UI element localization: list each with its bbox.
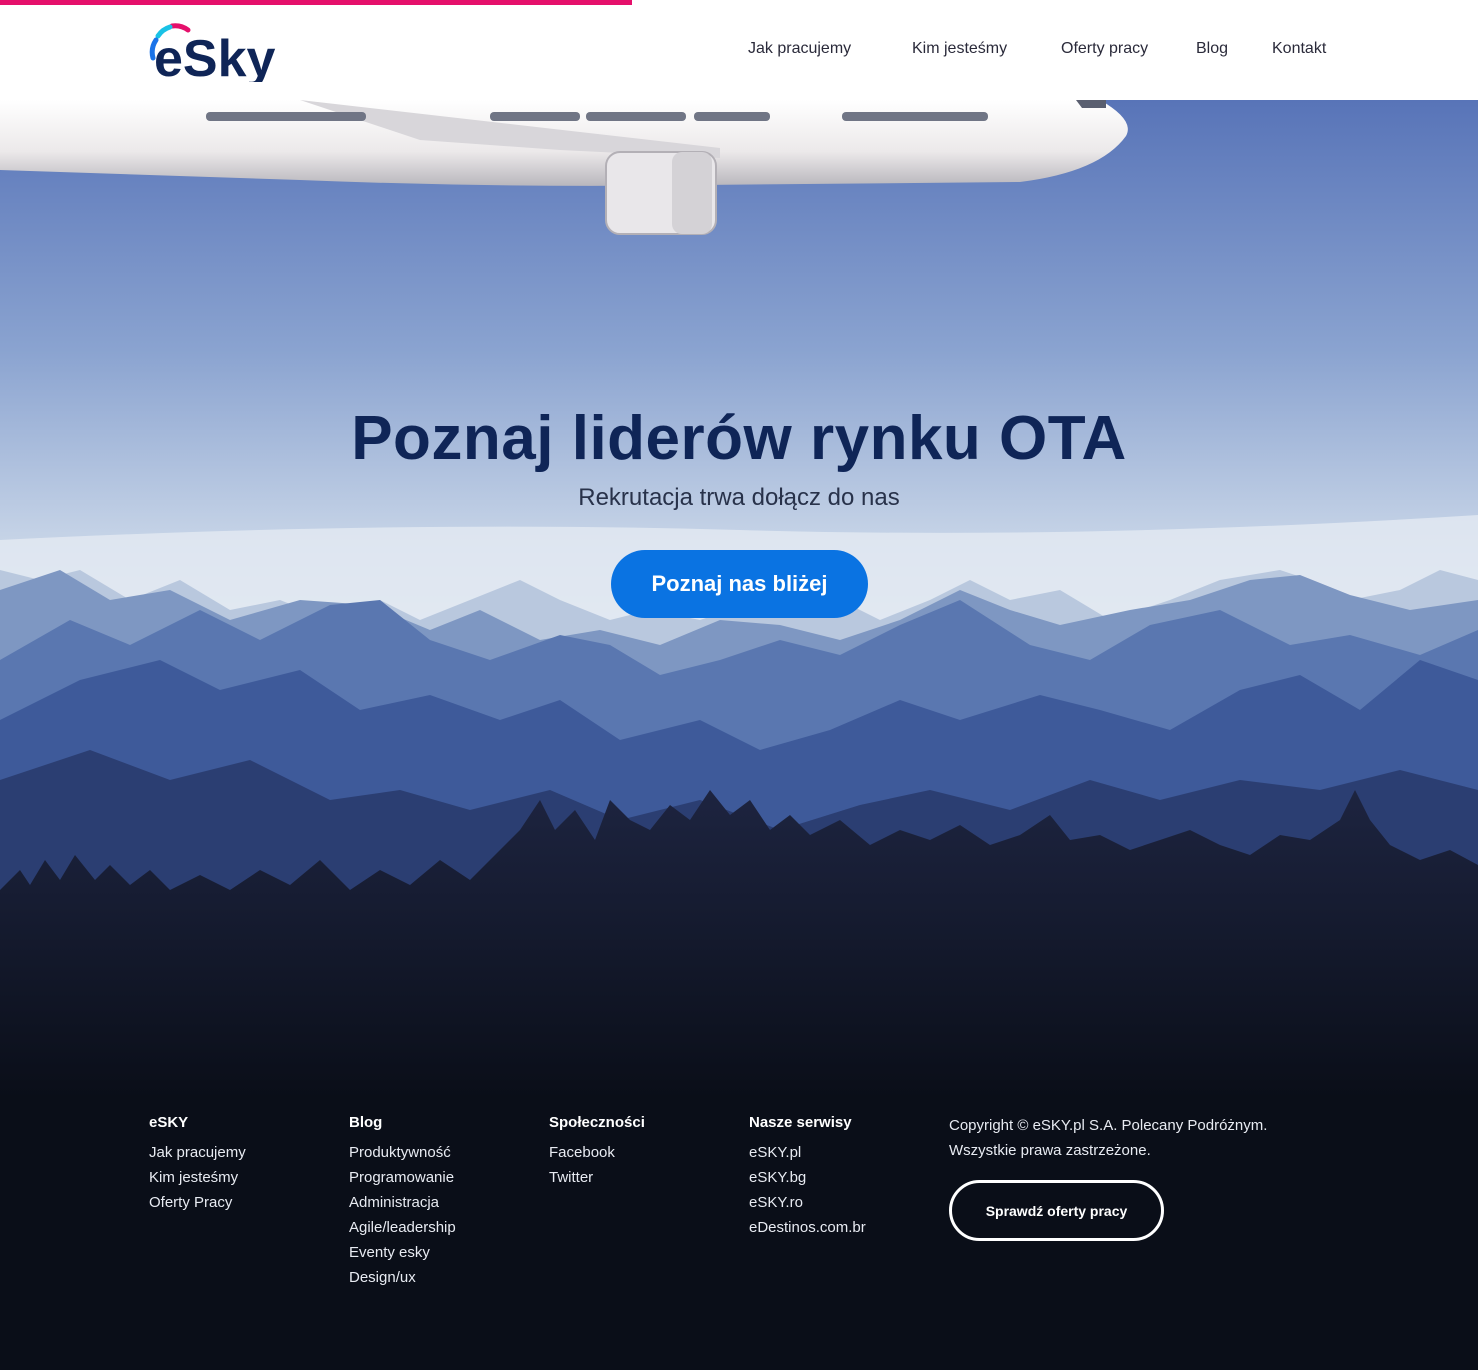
footer-link-produktywnosc[interactable]: Produktywność	[349, 1144, 456, 1169]
footer-link-esky-ro[interactable]: eSKY.ro	[749, 1194, 866, 1219]
poznaj-nas-button[interactable]: Poznaj nas bliżej	[611, 550, 868, 618]
footer-heading-esky: eSKY	[149, 1114, 189, 1131]
scroll-progress-bar	[0, 0, 632, 5]
footer-link-facebook[interactable]: Facebook	[549, 1144, 645, 1169]
nav-kim-jestesmy[interactable]: Kim jesteśmy	[912, 40, 1007, 58]
footer-copyright: Copyright © eSKY.pl S.A. Polecany Podróż…	[949, 1113, 1309, 1163]
hero-subtitle: Rekrutacja trwa dołącz do nas	[578, 484, 900, 511]
footer-link-agile-leadership[interactable]: Agile/leadership	[349, 1219, 456, 1244]
nav-oferty-pracy[interactable]: Oferty pracy	[1061, 40, 1148, 58]
footer-link-jak-pracujemy[interactable]: Jak pracujemy	[149, 1144, 246, 1169]
footer-link-esky-bg[interactable]: eSKY.bg	[749, 1169, 866, 1194]
footer-link-administracja[interactable]: Administracja	[349, 1194, 456, 1219]
footer-link-eventy-esky[interactable]: Eventy esky	[349, 1244, 456, 1269]
footer-link-twitter[interactable]: Twitter	[549, 1169, 645, 1194]
footer-column-nasze-serwisy: Nasze serwisy eSKY.pl eSKY.bg eSKY.ro eD…	[749, 1114, 866, 1244]
nav-jak-pracujemy[interactable]: Jak pracujemy	[748, 40, 851, 58]
copyright-line-1: Copyright © eSKY.pl S.A. Polecany Podróż…	[949, 1117, 1268, 1134]
footer-column-blog: Blog Produktywność Programowanie Adminis…	[349, 1114, 456, 1294]
footer-column-esky: eSKY Jak pracujemy Kim jesteśmy Oferty P…	[149, 1114, 246, 1219]
nav-kontakt[interactable]: Kontakt	[1272, 40, 1326, 58]
footer-column-spolecznosci: Społeczności Facebook Twitter	[549, 1114, 645, 1194]
svg-text:eSky: eSky	[154, 30, 276, 82]
sprawdz-oferty-button[interactable]: Sprawdź oferty pracy	[949, 1180, 1164, 1241]
footer-link-design-ux[interactable]: Design/ux	[349, 1269, 456, 1294]
footer-link-esky-pl[interactable]: eSKY.pl	[749, 1144, 866, 1169]
hero-title: Poznaj liderów rynku OTA	[351, 404, 1127, 473]
footer-heading-nasze-serwisy: Nasze serwisy	[749, 1114, 852, 1131]
footer-link-programowanie[interactable]: Programowanie	[349, 1169, 456, 1194]
copyright-line-2: Wszystkie prawa zastrzeżone.	[949, 1142, 1151, 1159]
footer-link-edestinos[interactable]: eDestinos.com.br	[749, 1219, 866, 1244]
footer-link-oferty-pracy[interactable]: Oferty Pracy	[149, 1194, 246, 1219]
esky-logo[interactable]: eSky	[148, 18, 288, 82]
footer-link-kim-jestesmy[interactable]: Kim jesteśmy	[149, 1169, 246, 1194]
hero-section: Poznaj liderów rynku OTA Rekrutacja trwa…	[0, 100, 1478, 1100]
site-footer: eSKY Jak pracujemy Kim jesteśmy Oferty P…	[0, 1100, 1478, 1370]
site-header: eSky Jak pracujemy Kim jesteśmy Oferty p…	[0, 0, 1478, 100]
footer-heading-blog: Blog	[349, 1114, 383, 1131]
footer-heading-spolecznosci: Społeczności	[549, 1114, 645, 1131]
nav-blog[interactable]: Blog	[1196, 40, 1228, 58]
